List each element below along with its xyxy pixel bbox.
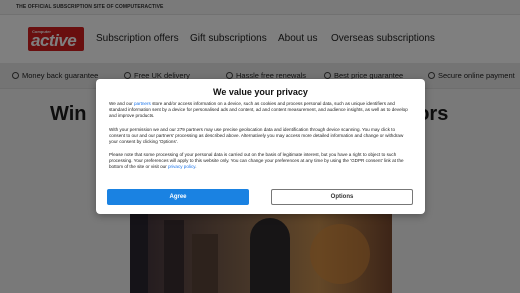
options-button[interactable]: Options	[271, 189, 413, 205]
dialog-title: We value your privacy	[213, 87, 308, 97]
agree-button[interactable]: Agree	[107, 189, 249, 205]
privacy-policy-link[interactable]: privacy policy	[168, 164, 195, 169]
partners-link[interactable]: partners	[134, 101, 151, 106]
privacy-consent-dialog: We value your privacy We and our partner…	[96, 79, 425, 214]
consent-paragraph-1: We and our partners store and/or access …	[109, 101, 408, 118]
consent-paragraph-2: With your permission we and our 279 part…	[109, 127, 404, 144]
consent-paragraph-3: Please note that some processing of your…	[109, 152, 404, 169]
